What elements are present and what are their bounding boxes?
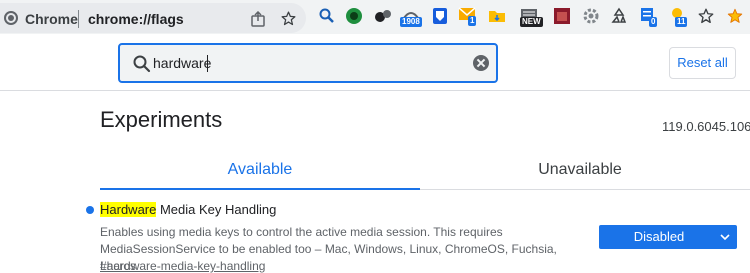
star-icon[interactable] bbox=[280, 10, 297, 27]
experiment-state-select[interactable]: Disabled bbox=[599, 225, 737, 249]
flags-search-box[interactable] bbox=[118, 43, 498, 83]
mail-badge: 1 bbox=[468, 16, 477, 26]
header-divider bbox=[0, 90, 750, 91]
tab-unavailable[interactable]: Unavailable bbox=[420, 152, 740, 188]
page-title: Experiments bbox=[100, 107, 223, 132]
bitwarden-extension-icon[interactable] bbox=[431, 7, 449, 25]
gold-star-icon[interactable] bbox=[726, 7, 744, 25]
tab-available[interactable]: Available bbox=[100, 152, 420, 188]
folder-extension-icon[interactable] bbox=[488, 7, 506, 25]
search-input[interactable] bbox=[153, 51, 473, 75]
modified-indicator-dot bbox=[86, 206, 94, 214]
image-extension-icon[interactable] bbox=[553, 7, 571, 25]
chevron-down-icon bbox=[720, 234, 730, 241]
address-divider bbox=[78, 10, 79, 28]
magnifier-extension-icon[interactable] bbox=[318, 7, 336, 25]
bulb-badge: 11 bbox=[675, 17, 688, 27]
gear-extension-icon[interactable] bbox=[582, 7, 600, 25]
search-match-highlight: Hardware bbox=[100, 202, 157, 217]
active-tab-indicator bbox=[100, 188, 420, 190]
green-circle-extension-icon[interactable] bbox=[345, 7, 363, 25]
spheres-extension-icon[interactable] bbox=[374, 7, 392, 25]
counter-extension-icon[interactable]: 1908 bbox=[400, 7, 422, 27]
notes-extension-icon[interactable]: 0 bbox=[640, 7, 658, 27]
star-extension-icon[interactable] bbox=[697, 7, 715, 25]
site-label: Chrome bbox=[25, 11, 78, 27]
url-text[interactable]: chrome://flags bbox=[88, 11, 184, 27]
bulb-extension-icon[interactable]: 11 bbox=[669, 7, 688, 27]
experiment-permalink[interactable]: #hardware-media-key-handling bbox=[100, 259, 265, 273]
chrome-logo-icon bbox=[4, 11, 18, 25]
clear-icon[interactable] bbox=[473, 55, 489, 71]
select-value: Disabled bbox=[633, 229, 685, 244]
address-bar[interactable]: Chrome chrome://flags bbox=[0, 3, 306, 33]
version-label: 119.0.6045.106 bbox=[662, 119, 750, 134]
news-extension-icon[interactable]: NEW bbox=[520, 7, 543, 27]
news-badge: NEW bbox=[520, 17, 543, 27]
counter-badge: 1908 bbox=[400, 17, 422, 27]
reset-all-button[interactable]: Reset all bbox=[669, 47, 736, 79]
notes-badge: 0 bbox=[649, 17, 658, 27]
recycle-extension-icon[interactable] bbox=[610, 7, 628, 25]
browser-toolbar: Chrome chrome://flags 1908 1 NEW 0 11 bbox=[0, 0, 750, 34]
experiment-title: Hardware Media Key Handling bbox=[100, 202, 276, 217]
mail-extension-icon[interactable]: 1 bbox=[458, 7, 477, 26]
text-caret bbox=[207, 55, 208, 72]
experiment-title-rest: Media Key Handling bbox=[156, 202, 277, 217]
search-icon bbox=[133, 55, 151, 73]
share-icon[interactable] bbox=[250, 11, 266, 27]
